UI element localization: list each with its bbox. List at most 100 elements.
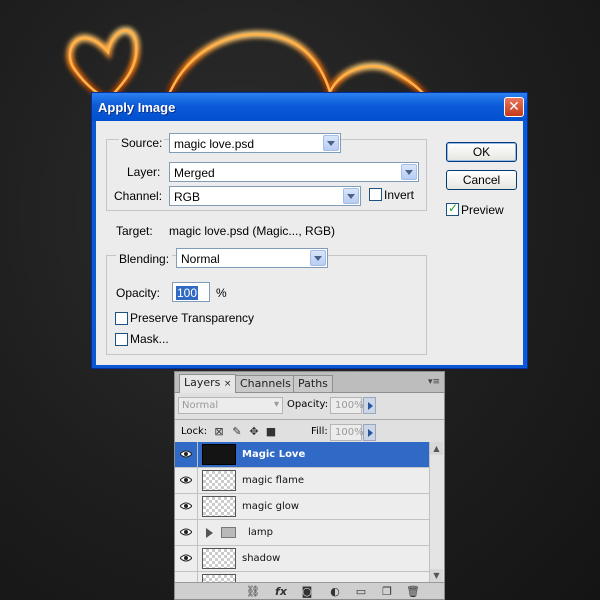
- layer-select[interactable]: Merged: [169, 162, 419, 182]
- channel-value: RGB: [174, 190, 201, 204]
- mask-icon[interactable]: ◙: [299, 585, 315, 599]
- layer-name[interactable]: magic flame: [242, 475, 304, 486]
- chevron-down-icon[interactable]: [401, 164, 417, 180]
- panel-tabbar: Layers × Channels Paths ▾≡: [175, 372, 444, 393]
- eye-icon[interactable]: [180, 450, 192, 458]
- opacity-label: Opacity:: [116, 286, 161, 300]
- visibility-toggle[interactable]: [175, 442, 198, 467]
- chevron-down-icon[interactable]: [343, 188, 359, 204]
- opacity-unit: %: [216, 286, 227, 300]
- layer-row-lamp[interactable]: lamp: [175, 520, 430, 546]
- layer-list-scrollbar[interactable]: ▲ ▼: [429, 442, 444, 582]
- dialog-body: Source: magic love.psd Layer: Merged Cha…: [96, 121, 523, 365]
- layer-name[interactable]: lamp: [248, 527, 273, 538]
- dialog-titlebar[interactable]: Apply Image ✕: [92, 93, 527, 121]
- blend-mode-select[interactable]: Normal ▾: [178, 397, 283, 414]
- layer-row-shadow[interactable]: shadow: [175, 546, 430, 572]
- eye-icon[interactable]: [180, 476, 192, 484]
- chevron-down-icon[interactable]: [323, 135, 339, 151]
- target-value: magic love.psd (Magic..., RGB): [169, 224, 336, 238]
- source-select[interactable]: magic love.psd: [169, 133, 341, 153]
- eye-icon[interactable]: [180, 502, 192, 510]
- channel-select[interactable]: RGB: [169, 186, 361, 206]
- eye-icon[interactable]: [180, 528, 192, 536]
- lock-all-icon[interactable]: ■: [265, 426, 277, 438]
- group-icon[interactable]: ▭: [353, 585, 369, 599]
- tab-paths[interactable]: Paths: [293, 375, 333, 392]
- tab-layers-label: Layers: [184, 376, 221, 389]
- layer-name[interactable]: shadow: [242, 553, 280, 564]
- lock-position-icon[interactable]: ✥: [248, 426, 260, 438]
- ok-button[interactable]: OK: [446, 142, 517, 162]
- opacity-value: 100: [176, 286, 199, 300]
- layer-list: Magic Love magic flame magic glow lamp s…: [175, 442, 430, 598]
- blending-value: Normal: [181, 252, 220, 266]
- layer-name[interactable]: Magic Love: [242, 449, 305, 460]
- tab-close-icon[interactable]: ×: [224, 379, 232, 389]
- invert-label[interactable]: Invert: [384, 188, 414, 202]
- link-icon[interactable]: ⛓: [245, 585, 261, 599]
- fill-value: 100%: [335, 427, 364, 438]
- new-layer-icon[interactable]: ❐: [379, 585, 395, 599]
- cancel-button-label: Cancel: [462, 173, 501, 187]
- chevron-down-icon[interactable]: ▾: [274, 399, 279, 410]
- layer-name[interactable]: magic glow: [242, 501, 299, 512]
- preserve-transparency-label[interactable]: Preserve Transparency: [130, 311, 254, 325]
- visibility-toggle[interactable]: [175, 494, 198, 519]
- layer-thumbnail: [202, 496, 236, 517]
- folder-icon: [221, 527, 236, 538]
- preview-label[interactable]: Preview: [461, 203, 504, 217]
- scroll-down-icon[interactable]: ▼: [430, 569, 443, 582]
- tab-paths-label: Paths: [298, 377, 328, 390]
- layer-row-magic-love[interactable]: Magic Love: [175, 442, 430, 468]
- tab-channels[interactable]: Channels: [235, 375, 296, 392]
- layers-footer: ⛓ fx ◙ ◐ ▭ ❐ 🗑: [175, 582, 444, 599]
- ok-button-label: OK: [472, 145, 491, 159]
- chevron-down-icon[interactable]: [310, 250, 326, 266]
- tab-layers[interactable]: Layers ×: [179, 374, 237, 393]
- trash-icon[interactable]: 🗑: [405, 585, 421, 599]
- cancel-button[interactable]: Cancel: [446, 170, 517, 190]
- layer-thumbnail: [202, 548, 236, 569]
- mask-label[interactable]: Mask...: [130, 332, 169, 346]
- blend-mode-value: Normal: [182, 400, 219, 411]
- target-label: Target:: [116, 224, 153, 238]
- channel-label: Channel:: [114, 189, 163, 203]
- lock-label: Lock:: [181, 426, 208, 437]
- layer-row-magic-glow[interactable]: magic glow: [175, 494, 430, 520]
- visibility-toggle[interactable]: [175, 468, 198, 493]
- panel-menu-icon[interactable]: ▾≡: [428, 377, 440, 387]
- adjustment-icon[interactable]: ◐: [327, 585, 343, 599]
- apply-image-dialog: Apply Image ✕ Source: magic love.psd Lay…: [91, 92, 528, 369]
- layer-row-magic-flame[interactable]: magic flame: [175, 468, 430, 494]
- invert-checkbox[interactable]: [369, 188, 382, 201]
- visibility-toggle[interactable]: [175, 546, 198, 571]
- fx-icon[interactable]: fx: [273, 585, 289, 599]
- blend-row: Normal ▾ Opacity: 100%: [175, 393, 444, 420]
- blending-label: Blending:: [116, 252, 173, 266]
- lock-image-pixels-icon[interactable]: ✎: [231, 426, 243, 438]
- layer-opacity-value: 100%: [335, 400, 364, 411]
- scroll-up-icon[interactable]: ▲: [430, 442, 443, 455]
- fill-field[interactable]: 100%: [330, 424, 364, 441]
- lock-transparent-pixels-icon[interactable]: ⊠: [213, 426, 225, 438]
- opacity-input[interactable]: 100: [172, 282, 210, 302]
- opacity-slider-arrow-icon[interactable]: [363, 397, 376, 414]
- fill-slider-arrow-icon[interactable]: [363, 424, 376, 441]
- visibility-toggle[interactable]: [175, 520, 198, 545]
- expand-triangle-icon[interactable]: [206, 528, 213, 538]
- layer-value: Merged: [174, 166, 215, 180]
- source-value: magic love.psd: [174, 137, 255, 151]
- blending-select[interactable]: Normal: [176, 248, 328, 268]
- close-icon: ✕: [508, 98, 520, 114]
- dialog-title: Apply Image: [98, 100, 176, 115]
- eye-icon[interactable]: [180, 554, 192, 562]
- layer-opacity-field[interactable]: 100%: [330, 397, 364, 414]
- layer-thumbnail: [202, 470, 236, 491]
- layer-label: Layer:: [127, 165, 161, 179]
- tab-channels-label: Channels: [240, 377, 291, 390]
- mask-checkbox[interactable]: [115, 333, 128, 346]
- preserve-transparency-checkbox[interactable]: [115, 312, 128, 325]
- close-button[interactable]: ✕: [504, 97, 524, 117]
- preview-checkbox[interactable]: [446, 201, 459, 216]
